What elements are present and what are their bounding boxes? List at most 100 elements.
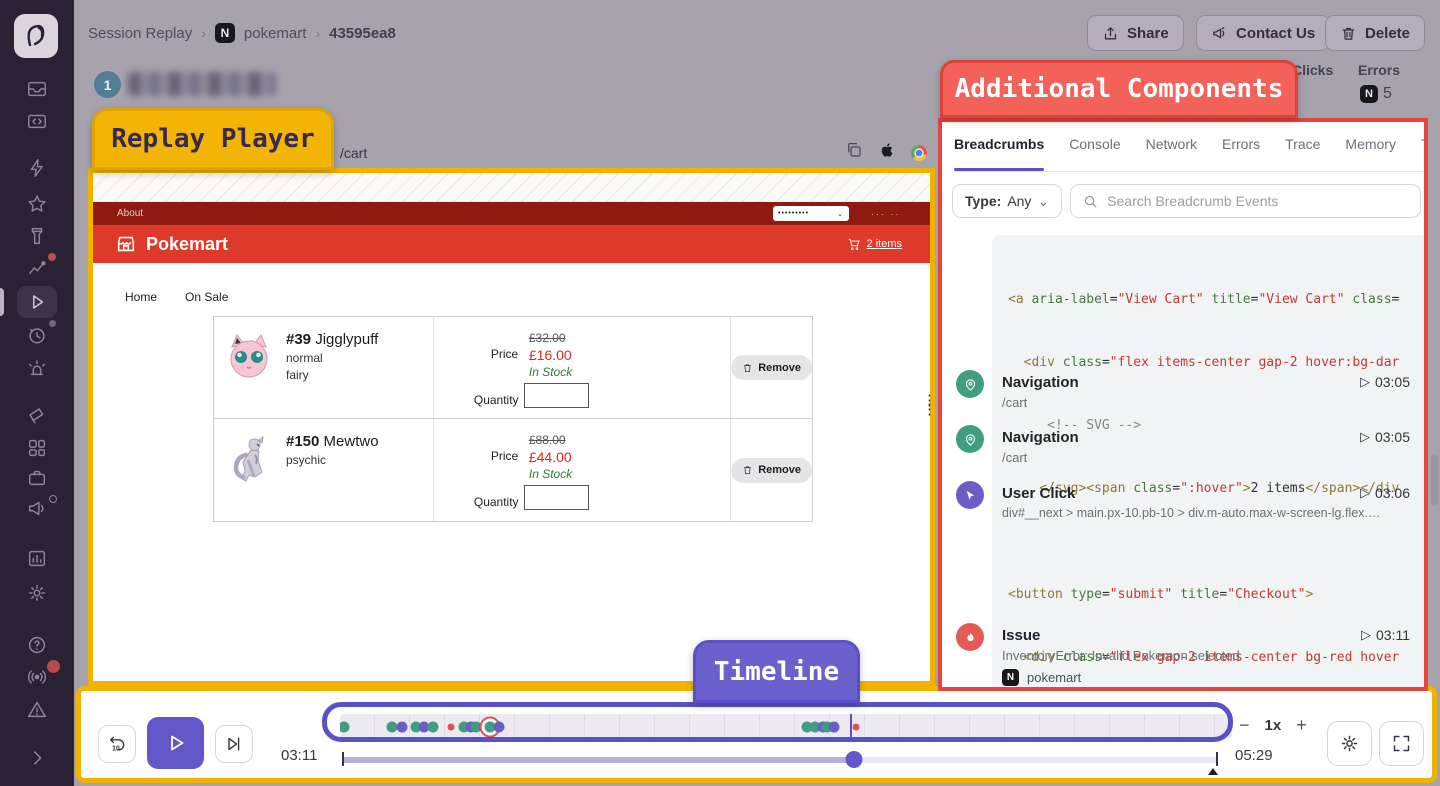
tab-breadcrumbs[interactable]: Breadcrumbs bbox=[954, 136, 1044, 171]
site-cart-link[interactable]: 2 items bbox=[847, 237, 902, 251]
gear-icon bbox=[1339, 733, 1360, 754]
megaphone-icon bbox=[1211, 25, 1228, 42]
type-filter-dropdown[interactable]: Type: Any ⌄ bbox=[952, 184, 1062, 218]
timeline-event-dot[interactable] bbox=[829, 721, 840, 732]
app-logo[interactable] bbox=[14, 14, 58, 58]
chevron-down-icon: ⌄ bbox=[837, 210, 844, 218]
event-row-navigation[interactable]: Navigation /cart ▷03:05 bbox=[954, 425, 1414, 473]
speed-decrease-button[interactable]: − bbox=[1239, 715, 1250, 736]
timeline-event-dot[interactable] bbox=[427, 721, 438, 732]
tab-console[interactable]: Console bbox=[1069, 136, 1120, 171]
sidebar-item-settings[interactable] bbox=[0, 578, 74, 608]
contact-us-button[interactable]: Contact Us bbox=[1196, 15, 1330, 51]
navigation-pin-icon bbox=[956, 370, 984, 398]
sidebar-item-alerts[interactable] bbox=[0, 353, 74, 383]
site-brand[interactable]: Pokemart bbox=[115, 233, 228, 255]
sidebar-item-reports[interactable] bbox=[0, 543, 74, 573]
rewind-10-button[interactable]: 10 bbox=[98, 725, 136, 763]
sidebar-item-live[interactable] bbox=[0, 662, 74, 692]
quantity-input[interactable] bbox=[524, 383, 589, 408]
sidebar-collapse-toggle[interactable] bbox=[0, 742, 74, 772]
notification-dot bbox=[49, 320, 56, 327]
breadcrumb-search-input[interactable]: Search Breadcrumb Events bbox=[1070, 184, 1421, 218]
rewind-10-icon: 10 bbox=[107, 734, 127, 754]
window-scrollbar-thumb[interactable] bbox=[1431, 455, 1438, 505]
history-clock-icon bbox=[26, 324, 48, 346]
speed-increase-button[interactable]: + bbox=[1296, 715, 1307, 736]
flame-issue-icon bbox=[956, 623, 984, 651]
player-settings-button[interactable] bbox=[1327, 721, 1372, 766]
notification-dot bbox=[49, 495, 57, 503]
sidebar-item-spotlight[interactable] bbox=[0, 221, 74, 251]
sidebar-item-inbox[interactable] bbox=[0, 74, 74, 104]
nextjs-badge: N bbox=[1360, 85, 1378, 103]
pokemon-type: fairy bbox=[286, 368, 378, 382]
sidebar-item-code[interactable] bbox=[0, 106, 74, 136]
panel-resize-handle[interactable]: ⋮⋮ bbox=[922, 396, 934, 414]
play-icon bbox=[26, 291, 48, 313]
trend-chart-icon bbox=[26, 256, 48, 278]
sidebar-item-history[interactable] bbox=[0, 320, 74, 350]
tab-tags[interactable]: Ta bbox=[1421, 136, 1424, 171]
siren-icon bbox=[26, 357, 48, 379]
event-jump-time[interactable]: ▷03:05 bbox=[1360, 374, 1410, 390]
event-row-issue[interactable]: Issue InventoryError: Invalid Pokemon se… bbox=[954, 623, 1414, 691]
sidebar-item-metrics[interactable] bbox=[0, 252, 74, 282]
event-jump-time[interactable]: ▷03:06 bbox=[1360, 485, 1410, 501]
remove-item-button[interactable]: Remove bbox=[731, 458, 812, 483]
sidebar-item-feedback[interactable] bbox=[0, 493, 74, 523]
fullscreen-button[interactable] bbox=[1379, 721, 1424, 766]
event-jump-time[interactable]: ▷03:11 bbox=[1361, 627, 1410, 643]
site-about-link[interactable]: About bbox=[117, 208, 143, 219]
event-row-user-click[interactable]: User Click div#__next > main.px-10.pb-10… bbox=[954, 481, 1414, 529]
site-nav-onsale[interactable]: On Sale bbox=[185, 290, 228, 304]
flashlight-icon bbox=[26, 225, 48, 247]
errors-stat-label: Errors bbox=[1358, 62, 1400, 78]
event-row-navigation[interactable]: Navigation /cart ▷03:05 bbox=[954, 370, 1414, 418]
timeline-event-dot[interactable] bbox=[396, 721, 407, 732]
tab-trace[interactable]: Trace bbox=[1285, 136, 1320, 171]
site-nav-home[interactable]: Home bbox=[125, 290, 157, 304]
quantity-input[interactable] bbox=[524, 485, 589, 510]
annotation-additional-components: Additional Components bbox=[940, 60, 1298, 118]
sidebar-item-announce[interactable] bbox=[0, 399, 74, 429]
session-number-avatar: 1 bbox=[94, 71, 121, 98]
event-title: User Click bbox=[1002, 485, 1075, 502]
site-password-select[interactable]: •••••••••⌄ bbox=[773, 206, 849, 221]
share-button[interactable]: Share bbox=[1087, 15, 1184, 51]
play-outline-icon: ▷ bbox=[1361, 627, 1371, 643]
clicks-stat-label: Clicks bbox=[1292, 62, 1333, 78]
sidebar-item-favorites[interactable] bbox=[0, 189, 74, 219]
seek-event-marker bbox=[1208, 768, 1218, 775]
seek-handle[interactable] bbox=[845, 751, 862, 768]
copy-url-icon[interactable] bbox=[845, 141, 863, 164]
pokemon-name: Jigglypuff bbox=[315, 331, 378, 348]
sidebar-item-boards[interactable] bbox=[0, 433, 74, 463]
sidebar-item-actions[interactable] bbox=[0, 153, 74, 183]
remove-label: Remove bbox=[758, 464, 801, 476]
breadcrumb-project[interactable]: pokemart bbox=[244, 25, 307, 42]
sidebar-item-issues[interactable] bbox=[0, 695, 74, 725]
timeline-event-dot[interactable] bbox=[340, 721, 350, 732]
timeline-event-dot[interactable] bbox=[493, 721, 504, 732]
remove-item-button[interactable]: Remove bbox=[731, 355, 812, 380]
sidebar-item-session-replay[interactable] bbox=[17, 286, 57, 318]
site-cart-count: 2 items bbox=[867, 238, 902, 250]
site-body: Home On Sale bbox=[93, 263, 930, 681]
tab-memory[interactable]: Memory bbox=[1345, 136, 1396, 171]
tab-network[interactable]: Network bbox=[1146, 136, 1197, 171]
sidebar-item-help[interactable] bbox=[0, 630, 74, 660]
tab-errors[interactable]: Errors bbox=[1222, 136, 1260, 171]
play-button[interactable] bbox=[147, 717, 204, 769]
breadcrumb-root[interactable]: Session Replay bbox=[88, 25, 192, 42]
errors-stat-value: N 5 bbox=[1360, 85, 1392, 103]
skip-to-end-button[interactable] bbox=[215, 725, 253, 763]
timeline-event-dot[interactable] bbox=[852, 723, 859, 730]
storefront-icon bbox=[115, 233, 137, 255]
timeline-event-track[interactable] bbox=[340, 714, 1232, 739]
delete-button[interactable]: Delete bbox=[1325, 15, 1425, 51]
event-jump-time[interactable]: ▷03:05 bbox=[1360, 429, 1410, 445]
sidebar-item-projects[interactable] bbox=[0, 463, 74, 493]
timeline-event-dot[interactable] bbox=[447, 723, 454, 730]
seek-bar[interactable] bbox=[342, 751, 1218, 767]
